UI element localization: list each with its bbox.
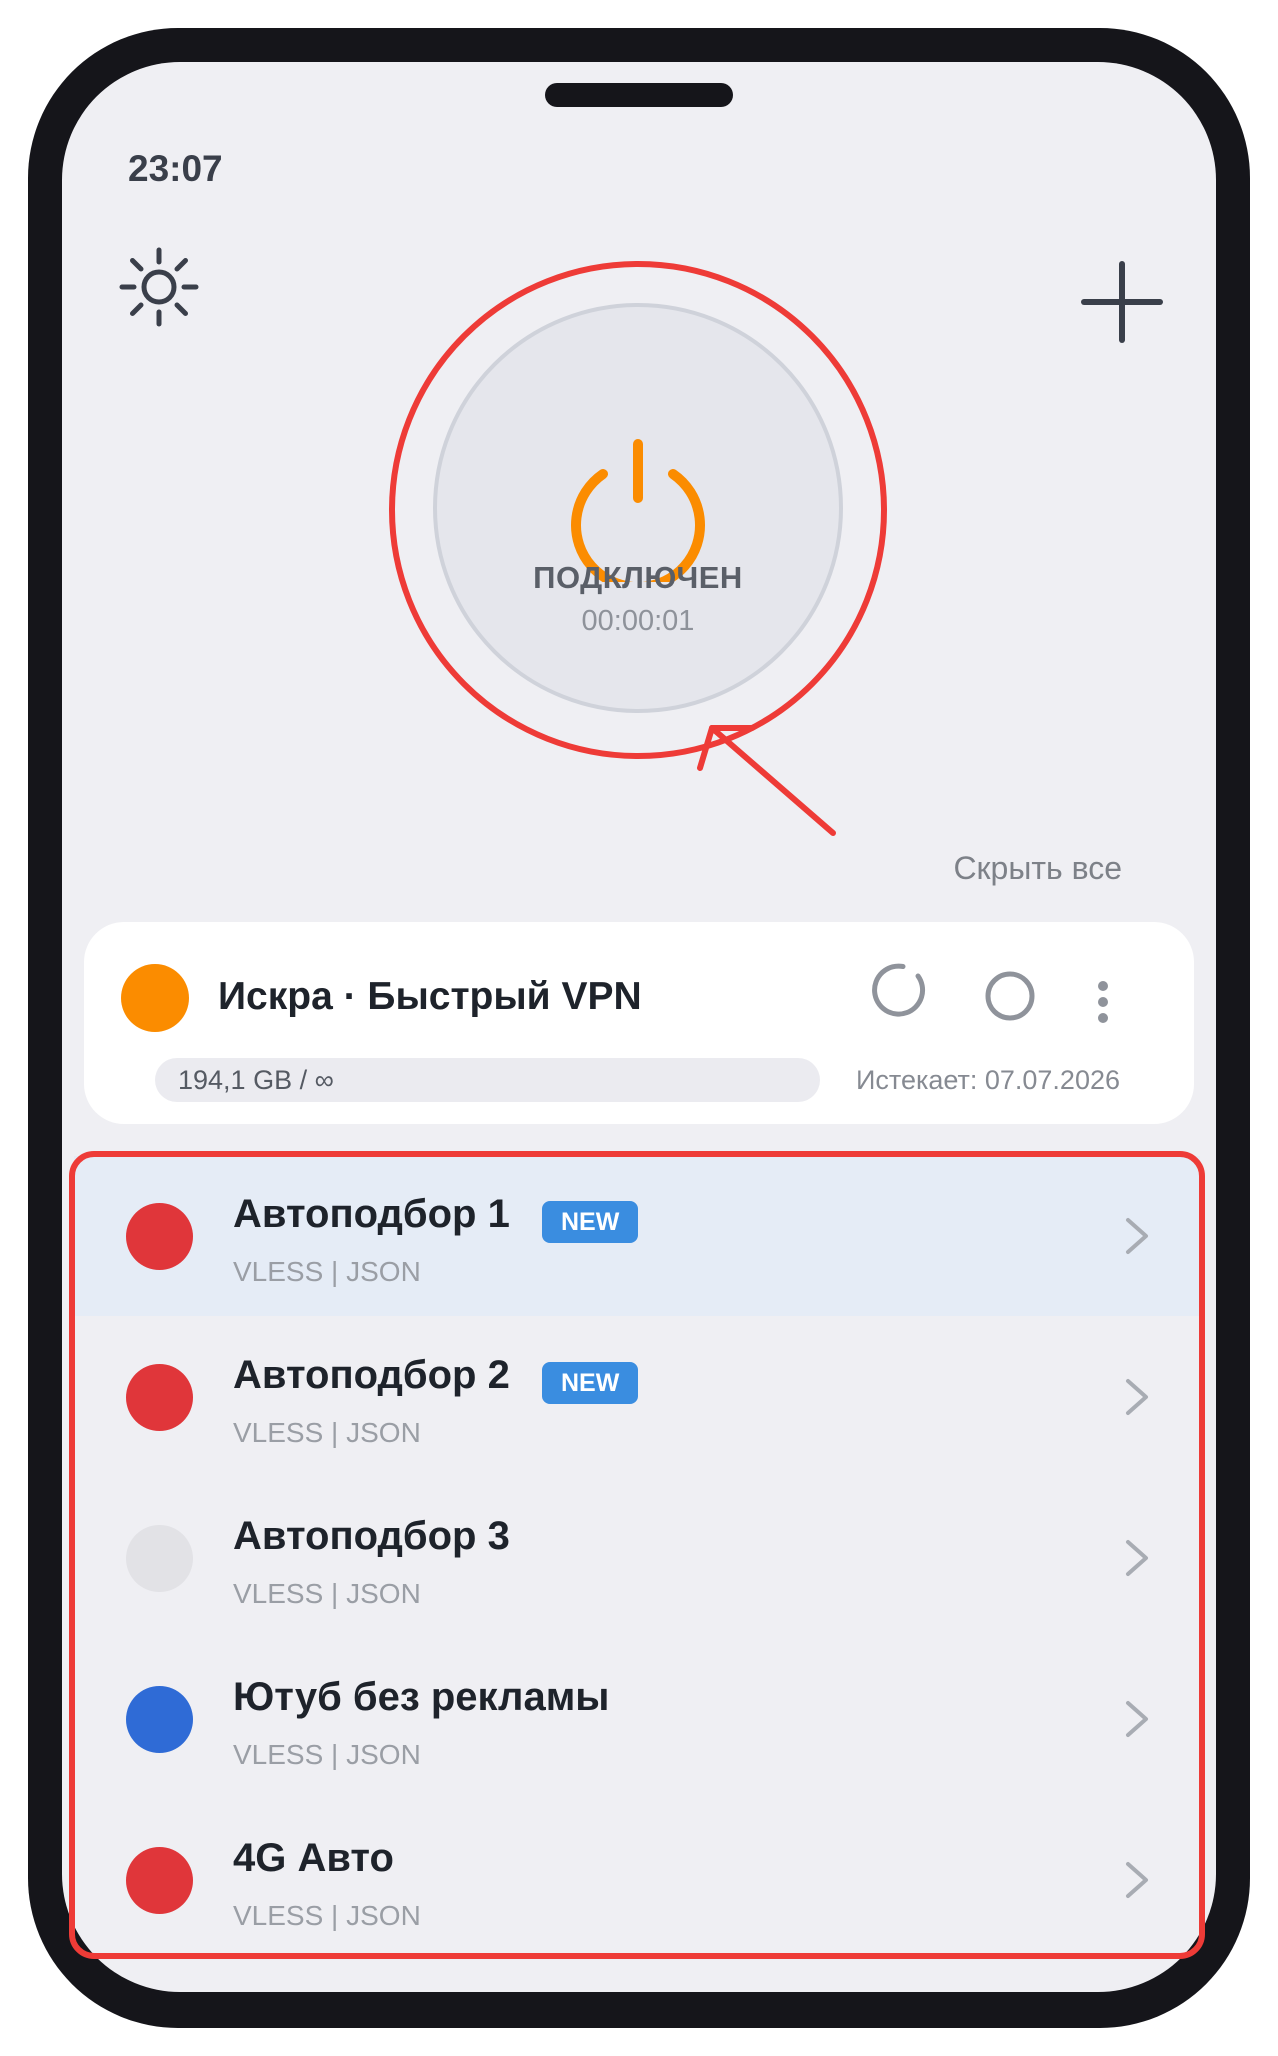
server-name: 4G Авто [233, 1836, 394, 1880]
usage-text: 194,1 GB / ∞ [178, 1065, 334, 1095]
server-row[interactable]: Автоподбор 3 VLESS | JSON [74, 1478, 1200, 1638]
expiry-date: Истекает: 07.07.2026 [855, 1065, 1120, 1095]
server-row[interactable]: Автоподбор 1 VLESS | JSON NEW [74, 1156, 1200, 1316]
server-name: Ютуб без рекламы [233, 1675, 610, 1719]
server-protocol: VLESS | JSON [233, 1417, 421, 1448]
server-status-dot [126, 1686, 193, 1753]
chevron-right-icon[interactable] [1122, 1858, 1152, 1902]
chevron-right-icon[interactable] [1122, 1536, 1152, 1580]
new-badge: NEW [542, 1362, 639, 1404]
server-protocol: VLESS | JSON [233, 1900, 421, 1931]
connection-status: ПОДКЛЮЧЕН [533, 560, 743, 595]
plus-icon[interactable] [1080, 260, 1164, 344]
connection-timer: 00:00:01 [581, 605, 695, 637]
refresh-icon[interactable] [870, 960, 930, 1020]
server-protocol: VLESS | JSON [233, 1739, 421, 1770]
server-status-dot [126, 1847, 193, 1914]
server-status-dot [126, 1203, 193, 1270]
hide-all-link[interactable]: Скрыть все [900, 850, 1122, 887]
server-row[interactable]: 4G Авто VLESS | JSON [74, 1800, 1200, 1960]
server-name: Автоподбор 2 [233, 1353, 510, 1397]
server-status-dot [126, 1525, 193, 1592]
server-name: Автоподбор 3 [233, 1514, 510, 1558]
subscription-name: Искра · Быстрый VPN [218, 975, 642, 1018]
server-name: Автоподбор 1 [233, 1192, 510, 1236]
chevron-right-icon[interactable] [1122, 1375, 1152, 1419]
server-row[interactable]: Автоподбор 2 VLESS | JSON NEW [74, 1317, 1200, 1477]
sun-gear-icon[interactable] [118, 246, 200, 328]
more-vertical-icon[interactable] [1090, 978, 1116, 1026]
phone-notch [545, 83, 733, 107]
server-row[interactable]: Ютуб без рекламы VLESS | JSON [74, 1639, 1200, 1799]
server-status-dot [126, 1364, 193, 1431]
status-time: 23:07 [128, 148, 223, 189]
server-protocol: VLESS | JSON [233, 1256, 421, 1287]
subscription-status-dot [121, 964, 189, 1032]
ping-circle-icon[interactable] [982, 968, 1038, 1024]
chevron-right-icon[interactable] [1122, 1214, 1152, 1258]
new-badge: NEW [542, 1201, 639, 1243]
chevron-right-icon[interactable] [1122, 1697, 1152, 1741]
server-protocol: VLESS | JSON [233, 1578, 421, 1609]
